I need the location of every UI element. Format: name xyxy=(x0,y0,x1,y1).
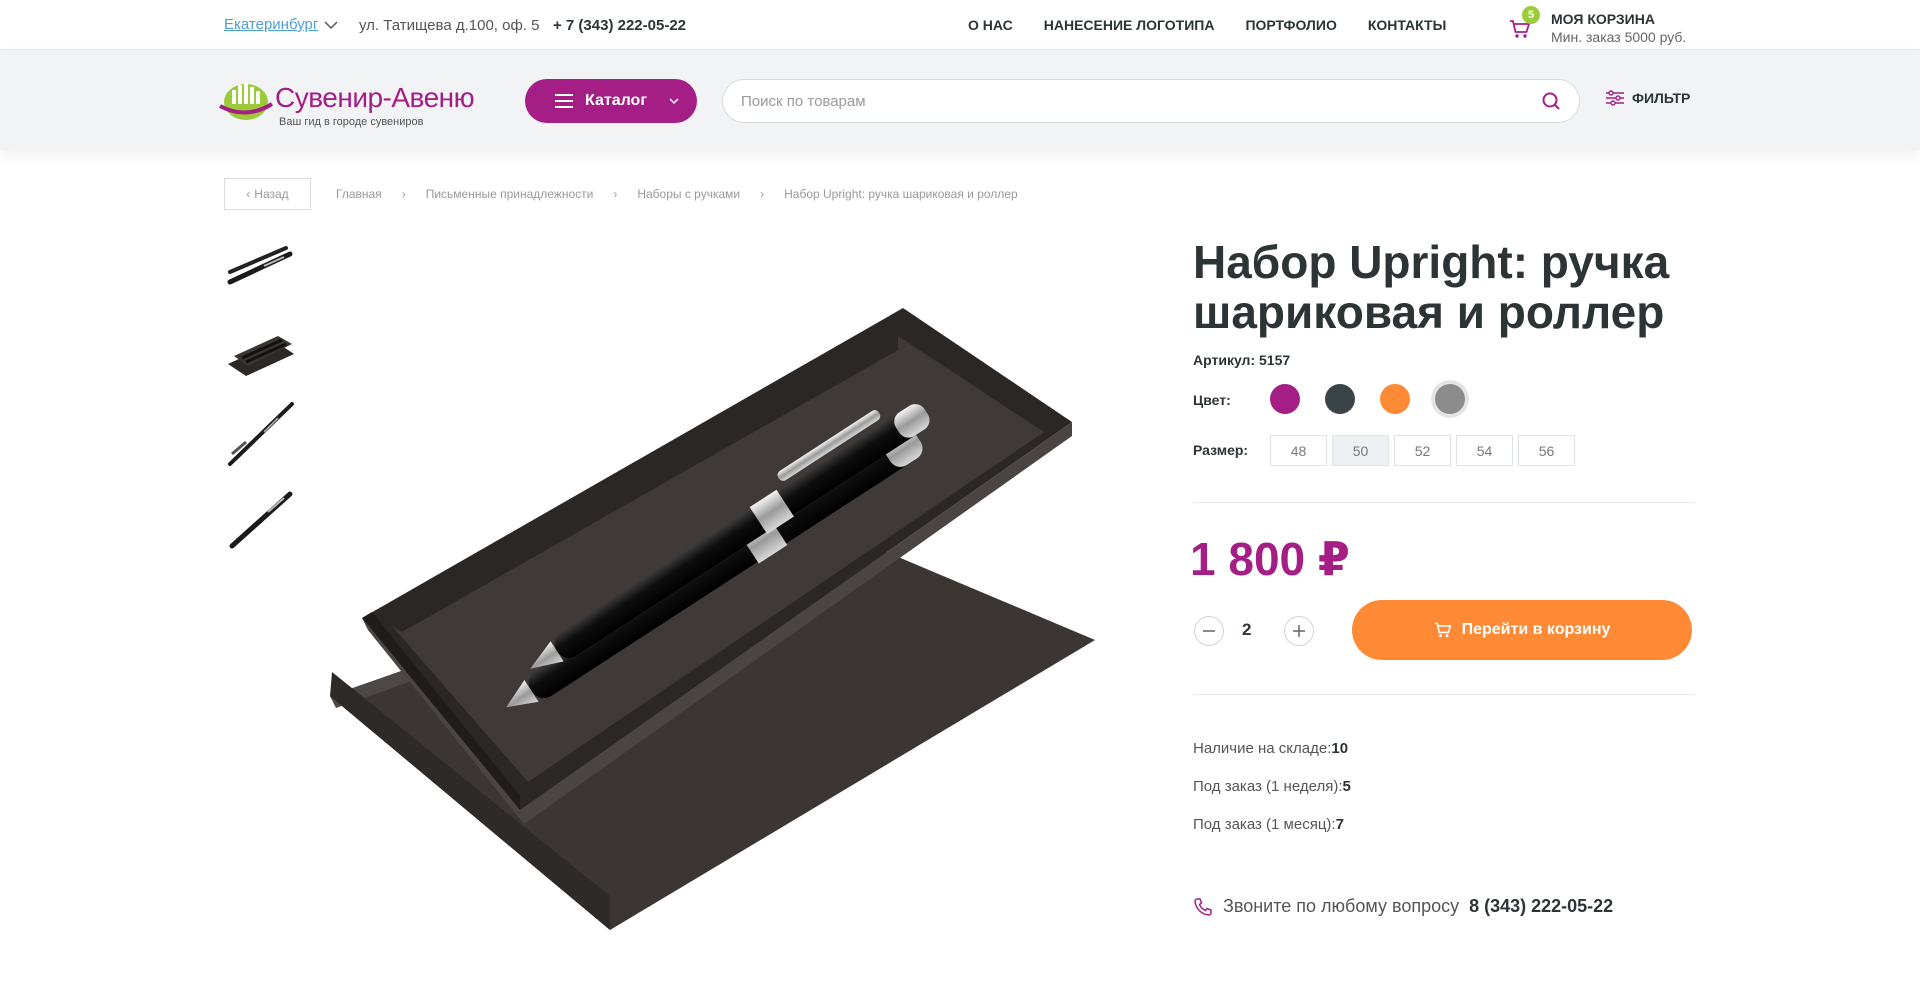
filter-label: ФИЛЬТР xyxy=(1632,90,1691,106)
call-text: Звоните по любому вопросу xyxy=(1223,896,1460,916)
nav-about[interactable]: О НАС xyxy=(968,17,1013,33)
back-label: Назад xyxy=(254,187,289,201)
cart-min-order: Мин. заказ 5000 руб. xyxy=(1551,29,1687,45)
back-button[interactable]: ‹ Назад xyxy=(224,178,311,210)
stock-value: 5 xyxy=(1342,778,1351,795)
breadcrumb-pen-sets[interactable]: Наборы с ручками xyxy=(637,187,740,201)
menu-icon xyxy=(555,94,573,108)
search-bar xyxy=(722,79,1580,123)
logo-text: Сувенир-Авеню xyxy=(275,82,475,113)
color-swatch-orange[interactable] xyxy=(1380,384,1410,414)
top-nav: О НАС НАНЕСЕНИЕ ЛОГОТИПА ПОРТФОЛИО КОНТА… xyxy=(968,17,1446,33)
filter-button[interactable]: ФИЛЬТР xyxy=(1606,90,1690,106)
size-option-50[interactable]: 50 xyxy=(1332,435,1389,466)
filter-icon xyxy=(1606,90,1624,106)
plus-icon xyxy=(1293,625,1305,637)
top-phone[interactable]: + 7 (343) 222-05-22 xyxy=(553,17,686,34)
catalog-button[interactable]: Каталог xyxy=(525,79,697,123)
chevron-down-icon xyxy=(324,20,338,29)
call-us: Звоните по любому вопросу 8 (343) 222-05… xyxy=(1193,896,1613,917)
size-option-54[interactable]: 54 xyxy=(1456,435,1513,466)
chevron-right-icon: › xyxy=(613,187,618,201)
quantity-value[interactable]: 2 xyxy=(1242,620,1251,640)
cart-count-badge: 5 xyxy=(1522,6,1540,24)
stock-row: Под заказ (1 неделя):5 xyxy=(1193,778,1351,795)
stock-row: Под заказ (1 месяц):7 xyxy=(1193,816,1344,833)
product-title: Набор Upright: ручка шариковая и роллер xyxy=(1193,236,1670,338)
thumbnail-1[interactable] xyxy=(224,236,296,300)
minus-icon xyxy=(1203,630,1215,632)
product-price: 1 800 ₽ xyxy=(1190,533,1350,585)
phone-icon xyxy=(1194,897,1212,916)
catalog-label: Каталог xyxy=(585,92,647,109)
chevron-down-icon xyxy=(669,97,679,104)
thumbnail-2[interactable] xyxy=(224,320,296,384)
thumbnail-4[interactable] xyxy=(224,486,296,550)
size-label: Размер: xyxy=(1193,442,1249,458)
breadcrumb-writing[interactable]: Письменные принадлежности xyxy=(426,187,594,201)
go-to-cart-label: Перейти в корзину xyxy=(1461,621,1611,638)
divider xyxy=(1193,502,1695,503)
chevron-right-icon: › xyxy=(401,187,406,201)
nav-portfolio[interactable]: ПОРТФОЛИО xyxy=(1245,17,1336,33)
color-label: Цвет: xyxy=(1193,392,1231,408)
quantity-increase-button[interactable] xyxy=(1284,616,1314,646)
size-option-52[interactable]: 52 xyxy=(1394,435,1451,466)
logo-mark-icon xyxy=(219,82,274,120)
header: Сувенир-Авеню Ваш гид в городе сувениров… xyxy=(0,50,1920,150)
color-swatch-gray[interactable] xyxy=(1435,384,1465,414)
city-label[interactable]: Екатеринбург xyxy=(224,16,318,33)
color-swatch-purple[interactable] xyxy=(1270,384,1300,414)
size-option-56[interactable]: 56 xyxy=(1518,435,1575,466)
size-option-48[interactable]: 48 xyxy=(1270,435,1327,466)
breadcrumb-home[interactable]: Главная xyxy=(336,187,382,201)
logo[interactable]: Сувенир-Авеню Ваш гид в городе сувениров xyxy=(218,76,498,132)
divider xyxy=(1193,694,1695,695)
cart-icon xyxy=(1434,622,1451,638)
chevron-left-icon: ‹ xyxy=(246,187,251,201)
breadcrumb: Главная › Письменные принадлежности › На… xyxy=(336,187,1018,201)
stock-value: 10 xyxy=(1331,740,1349,757)
stock-label: Наличие на складе: xyxy=(1193,740,1332,757)
nav-contacts[interactable]: КОНТАКТЫ xyxy=(1368,17,1446,33)
quantity-decrease-button[interactable] xyxy=(1194,616,1224,646)
thumbnail-3[interactable] xyxy=(224,402,296,466)
call-phone[interactable]: 8 (343) 222-05-22 xyxy=(1469,896,1613,917)
search-input[interactable] xyxy=(741,92,1541,110)
stock-label: Под заказ (1 месяц): xyxy=(1193,816,1336,833)
color-swatch-dark-gray[interactable] xyxy=(1325,384,1355,414)
chevron-right-icon: › xyxy=(760,187,765,201)
cart-title[interactable]: МОЯ КОРЗИНА xyxy=(1551,11,1655,27)
stock-value: 7 xyxy=(1335,816,1344,833)
product-main-image[interactable] xyxy=(320,296,1100,936)
go-to-cart-button[interactable]: Перейти в корзину xyxy=(1352,600,1692,660)
logo-tagline: Ваш гид в городе сувениров xyxy=(279,116,424,128)
nav-logo-printing[interactable]: НАНЕСЕНИЕ ЛОГОТИПА xyxy=(1044,17,1215,33)
city-selector[interactable]: Екатеринбург xyxy=(224,16,338,33)
address: ул. Татищева д.100, оф. 5 xyxy=(359,17,540,34)
top-bar: Екатеринбург ул. Татищева д.100, оф. 5 +… xyxy=(0,0,1920,50)
breadcrumb-current: Набор Upright: ручка шариковая и роллер xyxy=(784,187,1018,201)
stock-label: Под заказ (1 неделя): xyxy=(1193,778,1343,795)
product-sku: Артикул: 5157 xyxy=(1193,352,1291,368)
search-icon[interactable] xyxy=(1541,91,1561,111)
stock-row: Наличие на складе:10 xyxy=(1193,740,1348,757)
